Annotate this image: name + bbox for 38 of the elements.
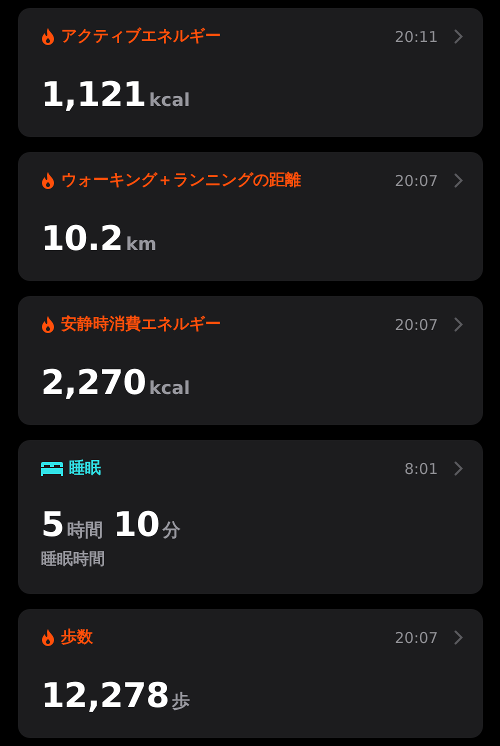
time-label: 20:11 bbox=[394, 28, 438, 46]
card-title: 安静時消費エネルギー bbox=[61, 314, 222, 335]
caption-label: 睡眠時間 bbox=[41, 549, 106, 570]
unit-label: km bbox=[126, 234, 157, 255]
bed-icon bbox=[41, 462, 63, 476]
chevron-icon bbox=[454, 317, 463, 332]
flame-icon bbox=[41, 28, 55, 45]
chevron-icon bbox=[454, 630, 463, 645]
metric-value: 5 bbox=[41, 505, 64, 545]
metric-value: 1,121 bbox=[41, 75, 146, 115]
flame-icon bbox=[41, 316, 55, 333]
unit-label: 時間 bbox=[67, 519, 104, 542]
metric-card[interactable]: ウォーキング＋ランニングの距離 20:07 10.2 km bbox=[18, 152, 483, 281]
time-label: 8:01 bbox=[404, 460, 438, 478]
chevron-icon bbox=[454, 29, 463, 44]
card-title: 睡眠 bbox=[69, 458, 102, 479]
metric-value: 10.2 bbox=[41, 219, 123, 259]
card-title: ウォーキング＋ランニングの距離 bbox=[61, 170, 302, 191]
metric-value: 2,270 bbox=[41, 363, 146, 403]
card-title: 歩数 bbox=[61, 627, 94, 648]
metric-value: 12,278 bbox=[41, 676, 170, 716]
time-label: 20:07 bbox=[394, 628, 438, 646]
chevron-icon bbox=[454, 461, 463, 476]
unit-label: kcal bbox=[149, 90, 190, 111]
metric-card[interactable]: 睡眠 8:01 5 時間 10分 睡眠時間 bbox=[18, 440, 483, 594]
metric-card[interactable]: 歩数 20:07 12,278 歩 bbox=[18, 609, 483, 738]
flame-icon bbox=[41, 172, 55, 189]
metric-card[interactable]: 安静時消費エネルギー 20:07 2,270 kcal bbox=[18, 296, 483, 425]
card-title: アクティブエネルギー bbox=[61, 26, 222, 47]
time-label: 20:07 bbox=[394, 172, 438, 190]
unit-label: 分 bbox=[162, 519, 180, 542]
metric-card[interactable]: アクティブエネルギー 20:11 1,121 kcal bbox=[18, 8, 483, 137]
unit-label: 歩 bbox=[172, 690, 190, 713]
flame-icon bbox=[41, 629, 55, 646]
time-label: 20:07 bbox=[394, 316, 438, 334]
unit-label: kcal bbox=[149, 378, 190, 399]
metric-value: 10 bbox=[113, 505, 160, 545]
chevron-icon bbox=[454, 173, 463, 188]
